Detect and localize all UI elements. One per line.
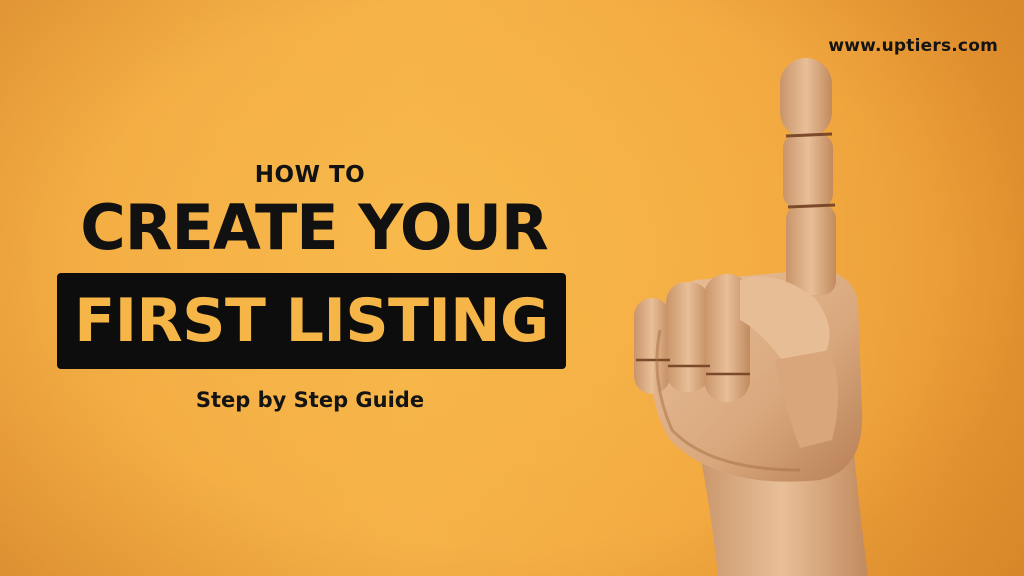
headline-subtitle: Step by Step Guide — [195, 388, 425, 412]
headline-highlight-box: FIRST LISTING — [57, 273, 566, 369]
headline-line-2: FIRST LISTING — [74, 286, 549, 356]
wooden-hand-pointing-up-icon — [634, 58, 868, 576]
headline-line-1: CREATE YOUR — [80, 191, 548, 264]
headline-kicker: HOW TO — [254, 162, 366, 188]
